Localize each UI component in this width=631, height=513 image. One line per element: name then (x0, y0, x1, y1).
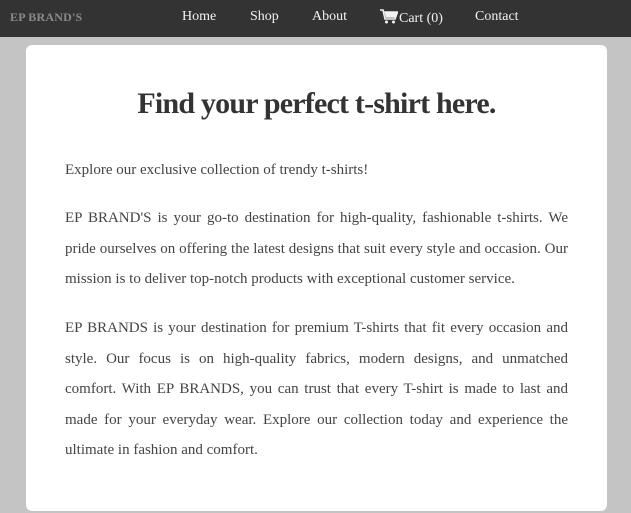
nav-link-cart[interactable]: Cart (0) (380, 9, 443, 27)
about-paragraph: EP BRAND'S is your go-to destination for… (65, 210, 568, 287)
shopping-cart-icon (380, 9, 398, 24)
top-navbar: EP BRAND'S Home Shop About Cart (0) Cont… (0, 0, 631, 37)
nav-link-home[interactable]: Home (182, 9, 216, 25)
page-title: Find your perfect t-shirt here. (137, 87, 496, 120)
nav-link-contact[interactable]: Contact (475, 9, 519, 25)
brand-logo[interactable]: EP BRAND'S (10, 10, 82, 25)
intro-text: Explore our exclusive collection of tren… (65, 162, 369, 178)
content-card: Find your perfect t-shirt here. Explore … (26, 45, 607, 511)
nav-link-shop[interactable]: Shop (250, 9, 279, 25)
nav-link-about[interactable]: About (312, 9, 347, 25)
mission-paragraph: EP BRANDS is your destination for premiu… (65, 320, 568, 458)
cart-label: Cart (0) (399, 11, 443, 26)
